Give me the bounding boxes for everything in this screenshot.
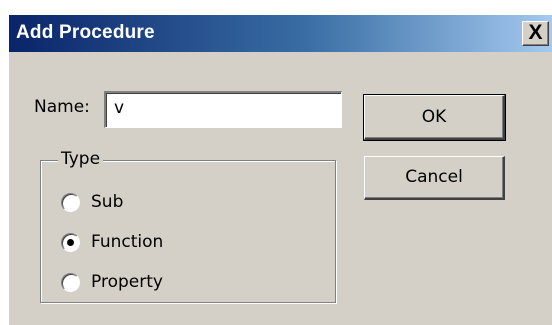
ok-button[interactable]: OK	[363, 94, 506, 141]
name-input[interactable]: v	[104, 91, 342, 128]
close-icon: X	[528, 21, 543, 44]
dialog-title: Add Procedure	[16, 22, 155, 43]
close-button[interactable]: X	[522, 21, 549, 46]
add-procedure-dialog: Add Procedure X Name: v OK Cancel Type S…	[7, 14, 552, 325]
radio-button-function[interactable]	[61, 233, 80, 252]
type-group-legend: Type	[58, 149, 104, 169]
title-bar[interactable]: Add Procedure X	[9, 15, 552, 52]
name-label: Name:	[34, 97, 90, 117]
radio-label-function: Function	[91, 232, 164, 252]
cancel-button[interactable]: Cancel	[364, 156, 505, 200]
radio-selected-dot-icon	[67, 239, 74, 246]
radio-label-sub: Sub	[91, 192, 124, 212]
radio-label-property: Property	[91, 272, 163, 292]
radio-button-sub[interactable]	[61, 193, 80, 212]
type-groupbox: Type Sub Function Property	[40, 149, 336, 303]
radio-button-property[interactable]	[61, 273, 80, 292]
